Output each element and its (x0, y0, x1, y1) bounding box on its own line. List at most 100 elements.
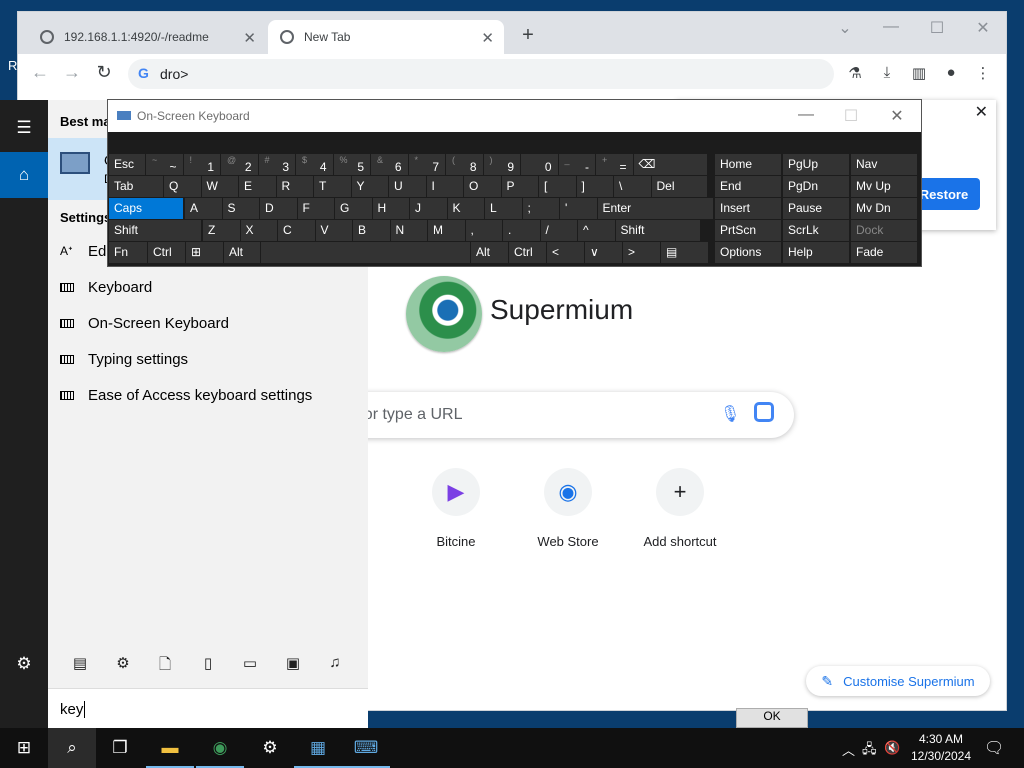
osk-key-6[interactable]: & 6 (371, 154, 408, 175)
osk-key-H[interactable]: H (372, 198, 409, 219)
osk-key-O[interactable]: O (464, 176, 501, 197)
osk-key-prtscn[interactable]: PrtScn (715, 220, 781, 241)
osk-key-=[interactable]: + = (596, 154, 633, 175)
tab-search-icon[interactable]: ⌄ (830, 18, 860, 38)
minimize-button[interactable]: — (876, 18, 906, 36)
osk-key-menu[interactable]: ▤ (661, 242, 708, 263)
osk-key-][interactable]: ] (576, 176, 613, 197)
osk-key-right-shift[interactable]: Shift (615, 220, 700, 241)
osk-key-mv-up[interactable]: Mv Up (851, 176, 917, 197)
osk-key-space[interactable] (261, 242, 470, 263)
osk-key-end[interactable]: End (715, 176, 781, 197)
microphone-icon[interactable]: 🎙 (720, 404, 740, 424)
osk-key-tilde[interactable]: ~ ~ (146, 154, 183, 175)
close-window-button[interactable]: ✕ (968, 18, 998, 38)
volume-muted-icon[interactable]: 🔇 (884, 740, 900, 756)
osk-key-5[interactable]: % 5 (333, 154, 370, 175)
side-panel-icon[interactable]: ▥ (908, 64, 930, 82)
osk-key-I[interactable]: I (426, 176, 463, 197)
photos-filter-icon[interactable]: ▭ (240, 654, 260, 672)
osk-key-U[interactable]: U (389, 176, 426, 197)
osk-key-fade[interactable]: Fade (851, 242, 917, 263)
osk-key-9[interactable]: ) 9 (483, 154, 520, 175)
control-panel-icon[interactable]: ▦ (294, 728, 342, 768)
osk-key-help[interactable]: Help (783, 242, 849, 263)
minimize-button[interactable]: — (796, 106, 816, 124)
chevron-up-icon[interactable]: ︿ (842, 740, 855, 759)
result-keyboard[interactable]: Keyboard (60, 272, 152, 302)
osk-key-T[interactable]: T (314, 176, 351, 197)
osk-key-4[interactable]: $4 (296, 154, 333, 175)
osk-key-A[interactable]: A (185, 198, 222, 219)
close-button[interactable]: ✕ (887, 106, 907, 126)
osk-key-K[interactable]: K (447, 198, 484, 219)
osk-key-nav[interactable]: Nav (851, 154, 917, 175)
tab-new-tab[interactable]: New Tab ✕ (268, 20, 504, 54)
notification-icon[interactable]: 🗨 (984, 738, 1004, 758)
tab-readme[interactable]: 192.168.1.1:4920/-/readme ✕ (28, 20, 266, 54)
shortcut-bitcine[interactable]: ▶ Bitcine (400, 468, 512, 549)
osk-key-esc[interactable]: Esc (109, 154, 145, 175)
osk-key-alt[interactable]: Alt (224, 242, 260, 263)
osk-key-\[interactable]: \ (614, 176, 651, 197)
osk-key-N[interactable]: N (390, 220, 427, 241)
home-icon[interactable]: ⌂ (0, 152, 48, 198)
supermium-icon[interactable]: ◉ (196, 728, 244, 768)
result-edit[interactable]: Aᐩ Edi (60, 236, 110, 266)
osk-key-S[interactable]: S (222, 198, 259, 219)
forward-icon[interactable]: → (60, 62, 84, 83)
osk-key-options[interactable]: Options (715, 242, 781, 263)
file-explorer-icon[interactable]: ▬ (146, 728, 194, 768)
osk-key-B[interactable]: B (353, 220, 390, 241)
phone-filter-icon[interactable]: ▯ (198, 654, 218, 672)
osk-key-backspace[interactable]: ⌫ (633, 154, 707, 175)
osk-key-pgup[interactable]: PgUp (783, 154, 849, 175)
osk-key-Q[interactable]: Q (164, 176, 201, 197)
shortcut-web-store[interactable]: ◉ Web Store (512, 468, 624, 549)
osk-key-0[interactable]: 0 (521, 154, 558, 175)
osk-key-del[interactable]: Del (651, 176, 707, 197)
ok-button[interactable]: OK (736, 708, 808, 728)
address-bar[interactable]: G dro> (128, 59, 834, 89)
osk-key-scrlk[interactable]: ScrLk (783, 220, 849, 241)
osk-key-tab[interactable]: Tab (109, 176, 163, 197)
osk-key-fn[interactable]: Fn (109, 242, 147, 263)
osk-key-home[interactable]: Home (715, 154, 781, 175)
osk-key-'[interactable]: ' (560, 198, 597, 219)
osk-key-right-ctrl[interactable]: Ctrl (509, 242, 546, 263)
osk-key-up-arrow[interactable]: ^ (578, 220, 615, 241)
osk-key-X[interactable]: X (240, 220, 277, 241)
back-icon[interactable]: ← (28, 62, 52, 83)
start-search-input[interactable]: key (48, 688, 368, 728)
osk-key-2[interactable]: @2 (221, 154, 258, 175)
osk-key-dock[interactable]: Dock (851, 220, 917, 241)
osk-key--[interactable]: _ - (558, 154, 595, 175)
osk-key-D[interactable]: D (260, 198, 297, 219)
osk-key-M[interactable]: M (428, 220, 465, 241)
osk-key-caps[interactable]: Caps (109, 198, 183, 219)
osk-key-R[interactable]: R (276, 176, 313, 197)
music-filter-icon[interactable]: ♫ (325, 654, 345, 671)
osk-key-/[interactable]: / (540, 220, 577, 241)
osk-key-V[interactable]: V (315, 220, 352, 241)
osk-key-1[interactable]: ! 1 (183, 154, 220, 175)
windows-start-icon[interactable]: ⊞ (0, 728, 48, 768)
osk-key-7[interactable]: * 7 (408, 154, 445, 175)
osk-key-F[interactable]: F (297, 198, 334, 219)
apps-filter-icon[interactable]: ▤ (70, 654, 90, 672)
search-icon[interactable]: ⌕ (48, 728, 96, 768)
customise-button[interactable]: ✎ Customise Supermium (806, 666, 990, 696)
network-icon[interactable]: 🖧 (862, 740, 877, 762)
maximize-button[interactable]: ☐ (922, 18, 952, 38)
clock[interactable]: 4:30 AM 12/30/2024 (906, 731, 976, 765)
settings-filter-icon[interactable]: ⚙ (113, 654, 133, 672)
download-icon[interactable]: ⤓ (876, 64, 898, 81)
result-on-screen-keyboard[interactable]: On-Screen Keyboard (60, 308, 229, 338)
close-tab-icon[interactable]: ✕ (481, 29, 494, 47)
osk-key-G[interactable]: G (335, 198, 372, 219)
lens-icon[interactable] (754, 402, 774, 422)
shortcut-add[interactable]: + Add shortcut (624, 468, 736, 549)
result-ease-of-access[interactable]: Ease of Access keyboard settings (60, 380, 312, 410)
osk-key-left-arrow[interactable]: < (547, 242, 584, 263)
osk-key-J[interactable]: J (410, 198, 447, 219)
